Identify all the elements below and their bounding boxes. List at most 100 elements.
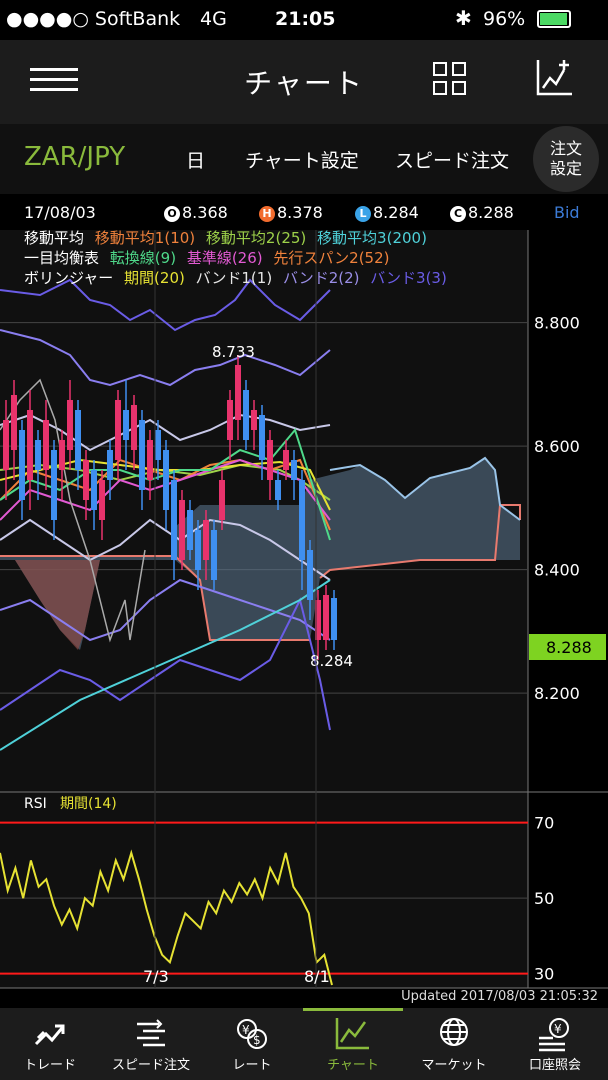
- candle-body: [115, 400, 121, 460]
- candle-body: [291, 460, 297, 480]
- candle-body: [283, 450, 289, 470]
- tab-label: スピード注文: [111, 1058, 190, 1073]
- candle-body: [3, 420, 9, 470]
- legend-ichimoku-label: 一目均衡表: [24, 249, 100, 267]
- candle-body: [35, 440, 41, 470]
- candle-body: [267, 440, 273, 480]
- legend-bb-period: 期間(20): [124, 269, 185, 287]
- rsi-tick-label: 50: [534, 889, 554, 908]
- ohlc-open: O 8.368: [164, 203, 228, 222]
- candle-body: [323, 595, 329, 640]
- svg-text:$: $: [253, 1033, 261, 1047]
- updated-timestamp: Updated 2017/08/03 21:05:32: [401, 989, 598, 1004]
- rate-icon: ¥$: [237, 1019, 267, 1049]
- candle-body: [187, 510, 193, 550]
- ohlc-low: L 8.284: [355, 203, 419, 222]
- legend-ma2: 移動平均2(25): [205, 229, 307, 247]
- svg-text:¥: ¥: [554, 1022, 562, 1036]
- price-tick-label: 8.600: [534, 437, 580, 456]
- tab-label: チャート: [327, 1058, 379, 1073]
- ohlc-date: 17/08/03: [24, 203, 96, 222]
- candle-body: [227, 400, 233, 440]
- candle-body: [83, 460, 89, 500]
- trade-icon: [34, 1024, 65, 1046]
- candle-body: [99, 480, 105, 520]
- candle-body: [11, 395, 17, 450]
- candle-body: [155, 430, 161, 460]
- legend-senko: 先行スパン2(52): [273, 249, 390, 267]
- candle-body: [131, 405, 137, 450]
- active-tab-indicator: [303, 1008, 403, 1011]
- svg-text:¥: ¥: [242, 1023, 250, 1037]
- candle-body: [75, 410, 81, 470]
- tab-market-globe[interactable]: マーケット: [404, 1008, 504, 1080]
- legend-kijun: 基準線(26): [186, 249, 263, 267]
- tab-speed-order[interactable]: スピード注文: [101, 1008, 201, 1080]
- tab-label: レート: [232, 1058, 272, 1073]
- date-label: 8/1: [304, 967, 330, 986]
- candle-body: [147, 440, 153, 480]
- current-price-label: 8.288: [546, 638, 592, 657]
- open-badge: O: [164, 206, 180, 222]
- ohlc-close: C 8.288: [450, 203, 514, 222]
- close-value: 8.288: [468, 203, 514, 222]
- tab-chart[interactable]: チャート: [303, 1008, 403, 1080]
- candle-body: [259, 415, 265, 460]
- legend-ma1: 移動平均1(10): [94, 229, 196, 247]
- candle-body: [211, 530, 217, 580]
- rsi-period: 期間(14): [60, 796, 117, 812]
- tab-label: トレード: [23, 1058, 76, 1073]
- candle-body: [171, 480, 177, 560]
- candle-body: [27, 410, 33, 480]
- price-tick-label: 8.200: [534, 684, 580, 703]
- legend-bb-band2: バンド2(2): [282, 269, 360, 287]
- high-badge: H: [259, 206, 275, 222]
- low-badge: L: [355, 206, 371, 222]
- candle-body: [331, 598, 337, 640]
- high-annotation: 8.733: [212, 343, 255, 361]
- candle-body: [107, 450, 113, 480]
- candle-body: [67, 400, 73, 450]
- candle-body: [195, 530, 201, 570]
- chart-icon: [335, 1018, 369, 1050]
- close-badge: C: [450, 206, 466, 222]
- price-type: Bid: [554, 203, 580, 222]
- legend-ichimoku: 一目均衡表 転換線(9) 基準線(26) 先行スパン2(52): [24, 247, 390, 268]
- rsi-tick-label: 70: [534, 814, 554, 833]
- candle-body: [179, 500, 185, 560]
- legend-tenkan: 転換線(9): [109, 249, 177, 267]
- tab-account[interactable]: ¥ 口座照会: [505, 1008, 605, 1080]
- legend-bollinger-label: ボリンジャー: [24, 269, 114, 287]
- candle-body: [19, 430, 25, 500]
- legend-ma3: 移動平均3(200): [317, 229, 427, 247]
- legend-bb-band3: バンド3(3): [370, 269, 447, 287]
- candle-body: [307, 550, 313, 600]
- candle-body: [251, 410, 257, 430]
- legend-bollinger: ボリンジャー 期間(20) バンド1(1) バンド2(2) バンド3(3): [24, 267, 447, 288]
- market-globe-icon: [440, 1018, 468, 1046]
- rsi-tick-label: 30: [534, 965, 554, 984]
- price-tick-label: 8.800: [534, 314, 580, 333]
- speed-order-icon: [137, 1019, 165, 1047]
- candle-body: [43, 420, 49, 470]
- candle-body: [91, 470, 97, 510]
- candle-body: [123, 410, 129, 440]
- price-chart[interactable]: 8.800 8.600 8.400 8.200 8.733 8.284 8.288 70 50 3…: [0, 0, 608, 1008]
- tab-trade[interactable]: トレード: [0, 1008, 100, 1080]
- candle-body: [59, 440, 65, 470]
- candle-body: [219, 480, 225, 520]
- candle-body: [203, 520, 209, 560]
- open-value: 8.368: [182, 203, 228, 222]
- rsi-label: RSI: [24, 796, 47, 812]
- legend-ma: 移動平均 移動平均1(10) 移動平均2(25) 移動平均3(200): [24, 227, 427, 248]
- low-value: 8.284: [373, 203, 419, 222]
- tab-label: 口座照会: [528, 1058, 581, 1073]
- tab-label: マーケット: [421, 1058, 487, 1073]
- date-label: 7/3: [143, 967, 169, 986]
- legend-ma-label: 移動平均: [24, 229, 85, 247]
- ohlc-high: H 8.378: [259, 203, 323, 222]
- price-tick-label: 8.400: [534, 561, 580, 580]
- tab-rate[interactable]: ¥ $ レート: [202, 1008, 302, 1080]
- account-icon: ¥: [539, 1018, 569, 1052]
- candle-body: [163, 450, 169, 510]
